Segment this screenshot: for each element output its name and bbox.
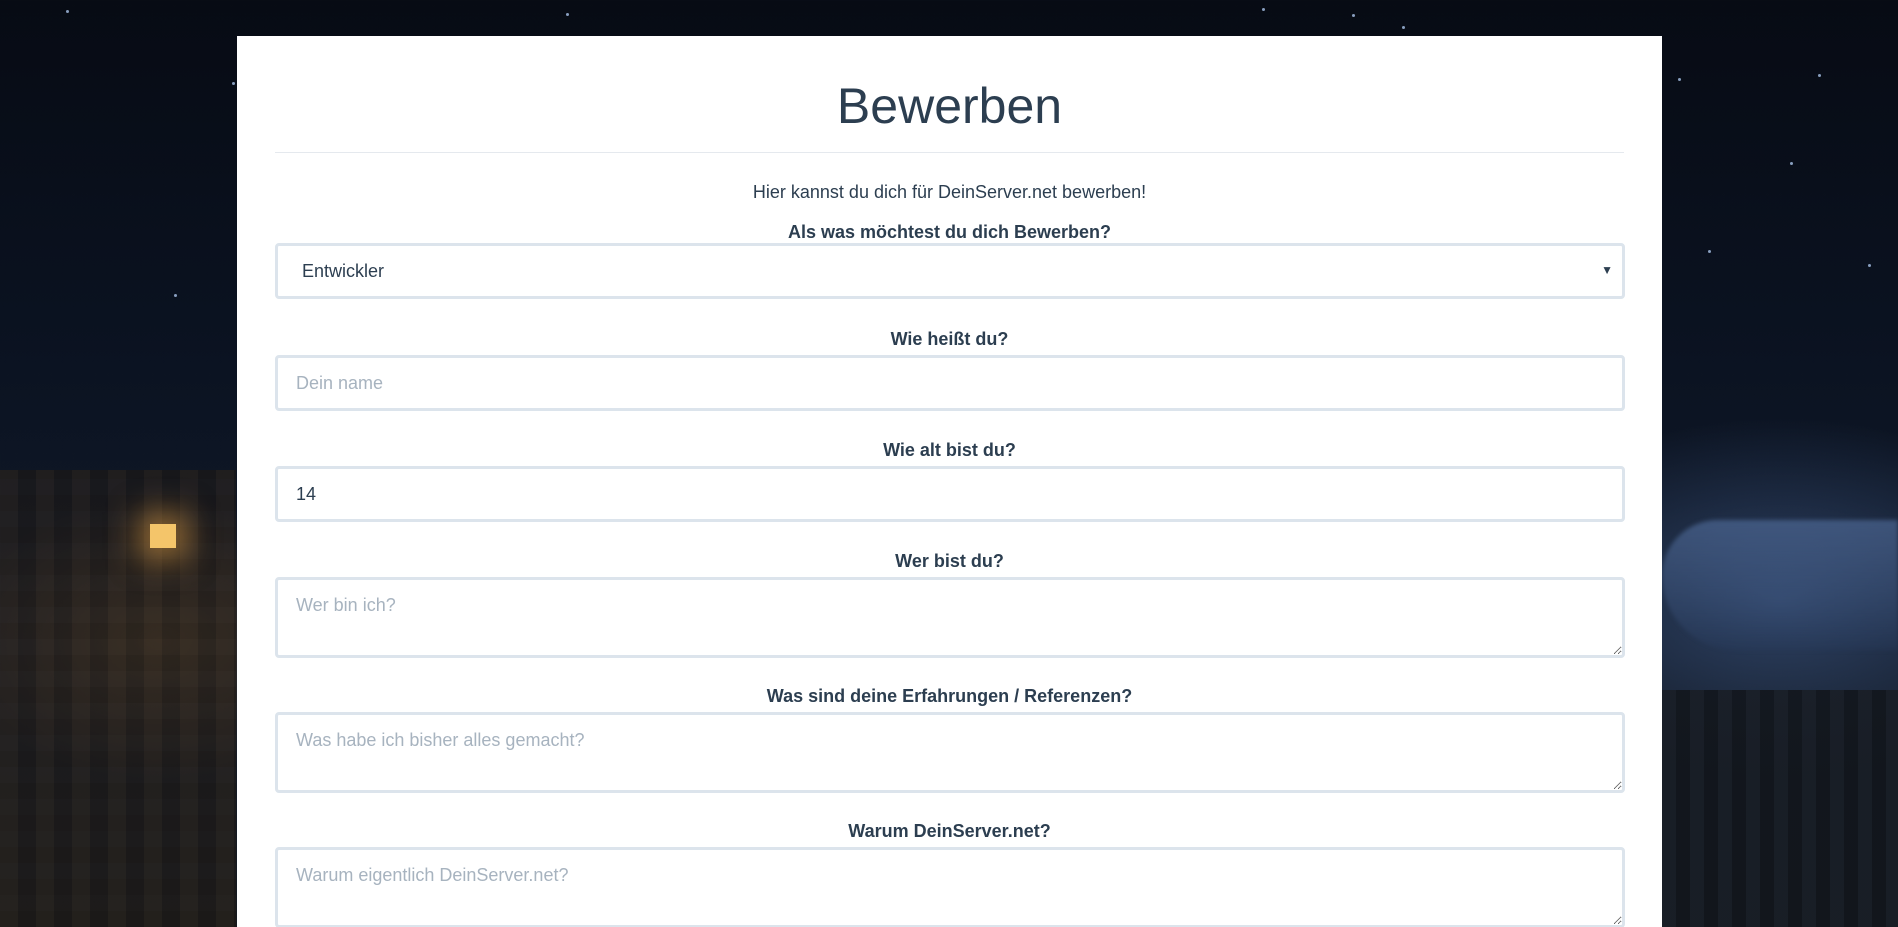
- terrain: [1662, 690, 1898, 927]
- cloud: [1662, 520, 1898, 650]
- name-input[interactable]: [275, 355, 1625, 411]
- about-textarea[interactable]: [275, 577, 1625, 658]
- role-select-wrapper: Entwickler ▼: [275, 243, 1625, 299]
- star: [1678, 78, 1681, 81]
- caret-down-icon: ▼: [1601, 263, 1613, 277]
- star: [174, 294, 177, 297]
- star: [1708, 250, 1711, 253]
- experience-label: Was sind deine Erfahrungen / Referenzen?: [766, 686, 1133, 706]
- star: [232, 82, 235, 85]
- star: [66, 10, 69, 13]
- page-title: Bewerben: [836, 78, 1063, 134]
- lantern-glow: [150, 524, 176, 548]
- intro-text: Hier kannst du dich für DeinServer.net b…: [752, 182, 1147, 202]
- star: [1818, 74, 1821, 77]
- age-input[interactable]: [275, 466, 1625, 522]
- castle-silhouette: [0, 470, 236, 927]
- star: [1790, 162, 1793, 165]
- role-label: Als was möchtest du dich Bewerben?: [787, 222, 1112, 242]
- why-label: Warum DeinServer.net?: [848, 821, 1051, 841]
- star: [566, 13, 569, 16]
- star: [1262, 8, 1265, 11]
- star: [1352, 14, 1355, 17]
- why-textarea[interactable]: [275, 847, 1625, 927]
- title-divider: [275, 152, 1624, 153]
- name-label: Wie heißt du?: [890, 329, 1009, 349]
- about-label: Wer bist du?: [895, 551, 1004, 571]
- application-card: Bewerben Hier kannst du dich für DeinSer…: [237, 36, 1662, 927]
- application-form: Als was möchtest du dich Bewerben? Entwi…: [275, 221, 1625, 927]
- experience-textarea[interactable]: [275, 712, 1625, 793]
- role-select[interactable]: Entwickler: [275, 243, 1625, 299]
- age-label: Wie alt bist du?: [883, 440, 1016, 460]
- star: [1402, 26, 1405, 29]
- star: [1868, 264, 1871, 267]
